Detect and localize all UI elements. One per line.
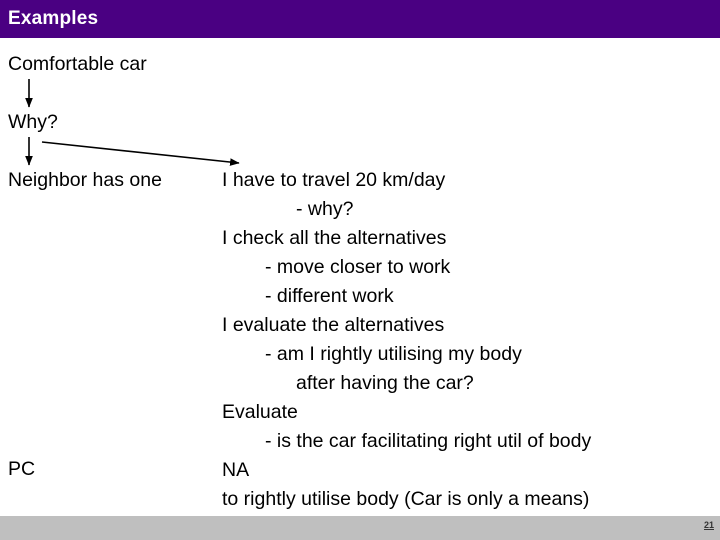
right-line: - move closer to work — [265, 256, 451, 278]
left-item-why: Why? — [8, 111, 58, 133]
left-item-comfortable-car: Comfortable car — [8, 53, 147, 75]
right-line: to rightly utilise body (Car is only a m… — [222, 488, 590, 510]
right-line: after having the car? — [296, 372, 474, 394]
left-item-pc: PC — [8, 458, 36, 480]
right-column: I have to travel 20 km/day - why? I chec… — [222, 166, 712, 514]
right-line: - why? — [296, 198, 354, 220]
right-line: I check all the alternatives — [222, 227, 447, 249]
page-title: Examples — [8, 8, 99, 29]
right-line: NA — [222, 459, 250, 481]
footer-bar — [0, 516, 720, 540]
title-banner: Examples — [0, 0, 720, 38]
slide-canvas: Examples Comfortable car Why? Neighbor h… — [0, 0, 720, 540]
right-line: - different work — [265, 285, 394, 307]
right-line: - am I rightly utilising my body — [265, 343, 522, 365]
right-line: I have to travel 20 km/day — [222, 169, 446, 191]
left-item-neighbor-has-one: Neighbor has one — [8, 169, 162, 191]
right-line: Evaluate — [222, 401, 298, 423]
arrow-why-to-right-column — [41, 141, 240, 166]
right-line: I evaluate the alternatives — [222, 314, 445, 336]
right-line: - is the car facilitating right util of … — [265, 430, 592, 452]
page-number: 21 — [703, 520, 714, 530]
